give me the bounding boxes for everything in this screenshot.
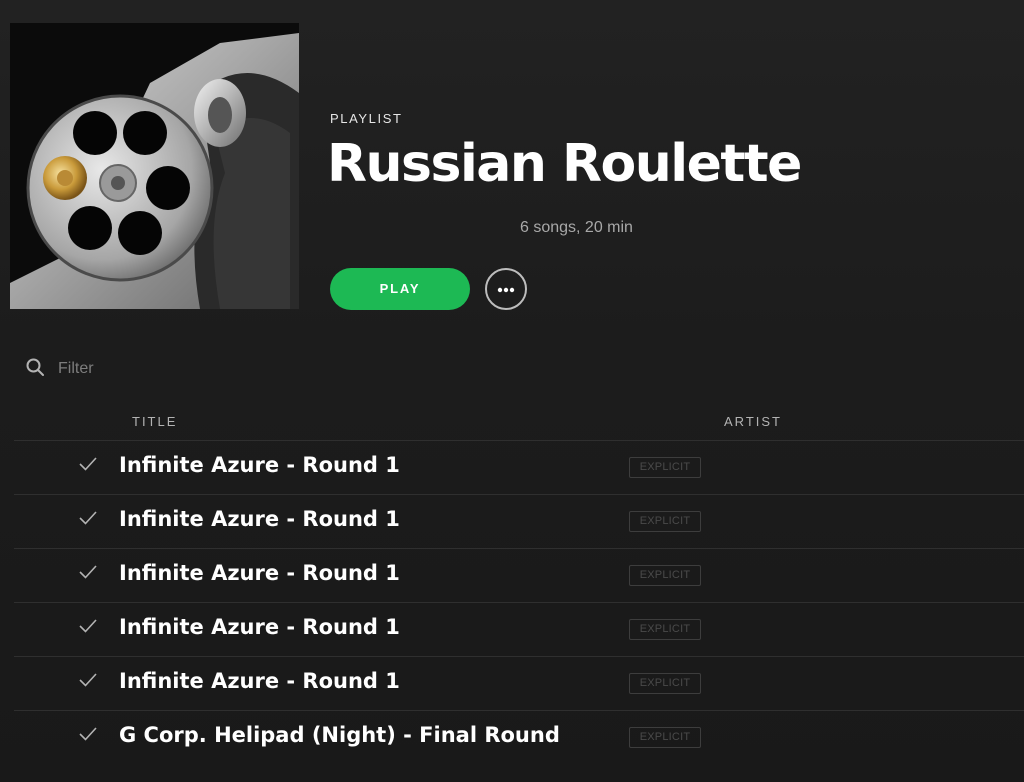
explicit-badge: EXPLICIT bbox=[629, 619, 701, 640]
explicit-badge: EXPLICIT bbox=[629, 457, 701, 478]
more-dots-icon bbox=[497, 280, 515, 298]
track-row[interactable]: Infinite Azure - Round 1 EXPLICIT bbox=[14, 656, 1024, 710]
explicit-badge: EXPLICIT bbox=[629, 727, 701, 748]
track-title: Infinite Azure - Round 1 bbox=[119, 507, 400, 531]
filter-input[interactable] bbox=[56, 359, 260, 379]
track-title: Infinite Azure - Round 1 bbox=[119, 561, 400, 585]
saved-check-icon[interactable] bbox=[78, 564, 98, 585]
playlist-type-label: PLAYLIST bbox=[330, 111, 403, 126]
saved-check-icon[interactable] bbox=[78, 456, 98, 477]
track-row[interactable]: Infinite Azure - Round 1 EXPLICIT bbox=[14, 602, 1024, 656]
explicit-badge: EXPLICIT bbox=[629, 511, 701, 532]
track-title: Infinite Azure - Round 1 bbox=[119, 615, 400, 639]
playlist-title: Russian Roulette bbox=[327, 134, 802, 194]
play-button[interactable]: PLAY bbox=[330, 268, 470, 310]
column-header-artist[interactable]: ARTIST bbox=[724, 414, 782, 429]
track-list: Infinite Azure - Round 1 EXPLICIT Infini… bbox=[14, 440, 1024, 764]
track-row[interactable]: Infinite Azure - Round 1 EXPLICIT bbox=[14, 494, 1024, 548]
track-title: Infinite Azure - Round 1 bbox=[119, 453, 400, 477]
track-title: G Corp. Helipad (Night) - Final Round bbox=[119, 723, 560, 747]
column-header-title[interactable]: TITLE bbox=[132, 414, 177, 429]
explicit-badge: EXPLICIT bbox=[629, 565, 701, 586]
saved-check-icon[interactable] bbox=[78, 618, 98, 639]
track-row[interactable]: Infinite Azure - Round 1 EXPLICIT bbox=[14, 440, 1024, 494]
filter-bar bbox=[26, 356, 260, 382]
playlist-meta: 6 songs, 20 min bbox=[520, 219, 633, 236]
more-options-button[interactable] bbox=[485, 268, 527, 310]
saved-check-icon[interactable] bbox=[78, 672, 98, 693]
explicit-badge: EXPLICIT bbox=[629, 673, 701, 694]
track-title: Infinite Azure - Round 1 bbox=[119, 669, 400, 693]
playlist-cover-image bbox=[10, 23, 299, 309]
saved-check-icon[interactable] bbox=[78, 510, 98, 531]
saved-check-icon[interactable] bbox=[78, 726, 98, 747]
track-row[interactable]: Infinite Azure - Round 1 EXPLICIT bbox=[14, 548, 1024, 602]
search-icon bbox=[26, 358, 44, 381]
track-row[interactable]: G Corp. Helipad (Night) - Final Round EX… bbox=[14, 710, 1024, 764]
